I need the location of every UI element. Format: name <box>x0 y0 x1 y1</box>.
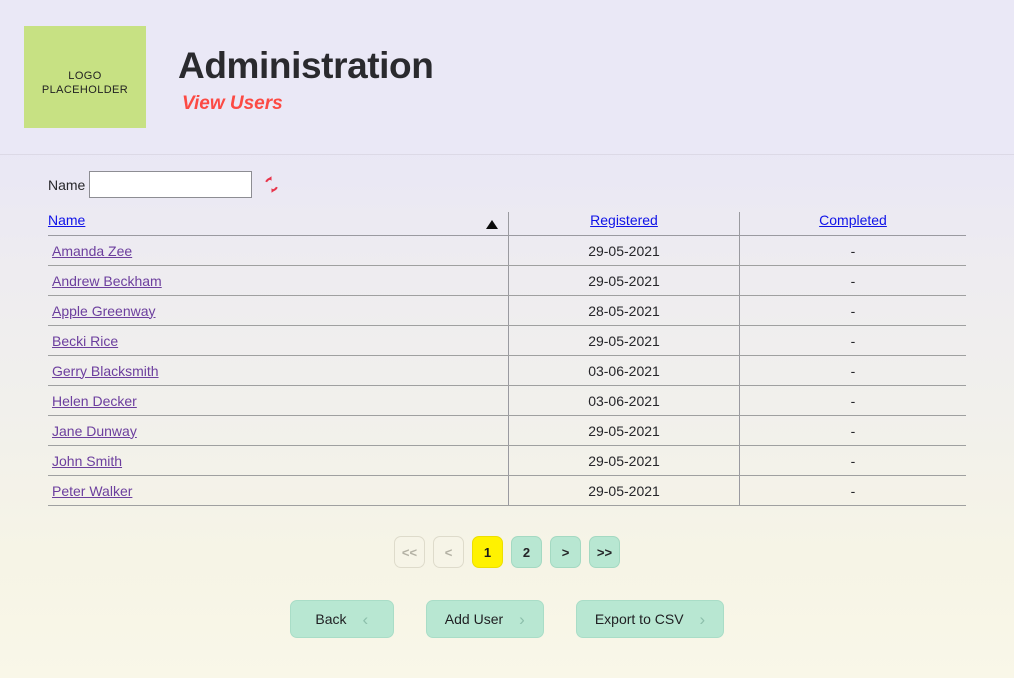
cell-completed: - <box>739 295 966 326</box>
add-user-button[interactable]: Add User › <box>425 600 544 638</box>
user-name-link[interactable]: Becki Rice <box>52 333 118 349</box>
cell-name: Helen Decker <box>48 385 509 416</box>
cell-completed: - <box>739 325 966 356</box>
column-header-name-link[interactable]: Name <box>48 212 85 228</box>
previous-page-button: < <box>433 536 464 568</box>
user-name-link[interactable]: Jane Dunway <box>52 423 137 439</box>
table-row: Gerry Blacksmith 03-06-2021- <box>48 355 966 386</box>
users-table: Name Registered Completed Amanda Zee 29-0… <box>48 212 966 506</box>
user-name-link[interactable]: Helen Decker <box>52 393 137 409</box>
users-table-head: Name Registered Completed <box>48 212 966 236</box>
cell-registered: 29-05-2021 <box>508 235 740 266</box>
user-name-link[interactable]: Gerry Blacksmith <box>52 363 159 379</box>
cell-name: Andrew Beckham <box>48 265 509 296</box>
pagination: << <1 2 > >> <box>0 536 1014 568</box>
table-row: Jane Dunway 29-05-2021- <box>48 415 966 446</box>
table-row: John Smith 29-05-2021- <box>48 445 966 476</box>
page-2-button[interactable]: 2 <box>511 536 542 568</box>
cell-completed: - <box>739 415 966 446</box>
action-button-label: Export to CSV <box>594 611 684 627</box>
column-header-registered-link[interactable]: Registered <box>590 212 658 228</box>
cell-completed: - <box>739 265 966 296</box>
name-filter-label: Name <box>48 176 86 193</box>
user-name-link[interactable]: Amanda Zee <box>52 243 132 259</box>
table-row: Peter Walker 29-05-2021- <box>48 475 966 506</box>
cell-completed: - <box>739 385 966 416</box>
column-header-completed[interactable]: Completed <box>739 212 966 236</box>
user-name-link[interactable]: Apple Greenway <box>52 303 156 319</box>
table-row: Becki Rice 29-05-2021- <box>48 325 966 356</box>
first-page-button: << <box>394 536 425 568</box>
logo-placeholder-text: LOGO PLACEHOLDER <box>42 69 128 97</box>
column-header-completed-link[interactable]: Completed <box>819 212 887 228</box>
page-subtitle: View Users <box>182 93 283 114</box>
cell-registered: 03-06-2021 <box>508 355 740 386</box>
cell-name: Peter Walker <box>48 475 509 506</box>
logo-text-line-1: LOGO <box>68 70 102 82</box>
table-row: Helen Decker 03-06-2021- <box>48 385 966 416</box>
table-header-row: Name Registered Completed <box>48 212 966 236</box>
chevron-left-icon: ‹ <box>362 609 369 629</box>
logo-text-line-2: PLACEHOLDER <box>41 84 129 96</box>
cell-completed: - <box>739 355 966 386</box>
header-titles: Administration View Users <box>178 44 434 115</box>
table-row: Amanda Zee 29-05-2021- <box>48 235 966 266</box>
export-to-csv-button[interactable]: Export to CSV › <box>575 600 725 638</box>
logo-placeholder: LOGO PLACEHOLDER <box>24 26 146 128</box>
name-search-input[interactable] <box>89 171 253 198</box>
page-header: LOGO PLACEHOLDER Administration View Use… <box>0 0 1014 155</box>
cell-name: Gerry Blacksmith <box>48 355 509 386</box>
cell-registered: 28-05-2021 <box>508 295 740 326</box>
cell-name: Amanda Zee <box>48 235 509 266</box>
last-page-button[interactable]: >> <box>589 536 620 568</box>
next-page-button[interactable]: > <box>550 536 581 568</box>
chevron-right-icon: › <box>699 609 706 629</box>
cell-registered: 29-05-2021 <box>508 445 740 476</box>
column-header-registered[interactable]: Registered <box>508 212 740 236</box>
user-name-link[interactable]: Andrew Beckham <box>52 273 162 289</box>
cell-name: Apple Greenway <box>48 295 509 326</box>
sort-ascending-icon <box>486 220 498 229</box>
action-buttons: Back ‹ Add User › Export to CSV › <box>0 600 1014 638</box>
action-button-label: Add User <box>444 611 504 627</box>
table-row: Andrew Beckham 29-05-2021- <box>48 265 966 296</box>
cell-name: Becki Rice <box>48 325 509 356</box>
cell-registered: 29-05-2021 <box>508 415 740 446</box>
filter-bar: Name <box>0 155 1014 199</box>
refresh-icon[interactable] <box>261 174 282 195</box>
page-1-button[interactable]: 1 <box>472 536 503 568</box>
table-row: Apple Greenway 28-05-2021- <box>48 295 966 326</box>
cell-name: Jane Dunway <box>48 415 509 446</box>
page-title: Administration <box>178 45 434 86</box>
cell-registered: 29-05-2021 <box>508 265 740 296</box>
cell-registered: 29-05-2021 <box>508 325 740 356</box>
cell-registered: 03-06-2021 <box>508 385 740 416</box>
user-name-link[interactable]: John Smith <box>52 453 122 469</box>
cell-completed: - <box>739 235 966 266</box>
cell-completed: - <box>739 445 966 476</box>
back-button[interactable]: Back ‹ <box>289 600 394 638</box>
chevron-right-icon: › <box>519 609 525 629</box>
user-name-link[interactable]: Peter Walker <box>52 483 132 499</box>
users-table-body: Amanda Zee 29-05-2021- Andrew Beckham 29-05… <box>48 235 966 506</box>
cell-completed: - <box>739 475 966 506</box>
cell-name: John Smith <box>48 445 509 476</box>
cell-registered: 29-05-2021 <box>508 475 740 506</box>
action-button-label: Back <box>315 611 347 627</box>
column-header-name[interactable]: Name <box>48 212 509 236</box>
